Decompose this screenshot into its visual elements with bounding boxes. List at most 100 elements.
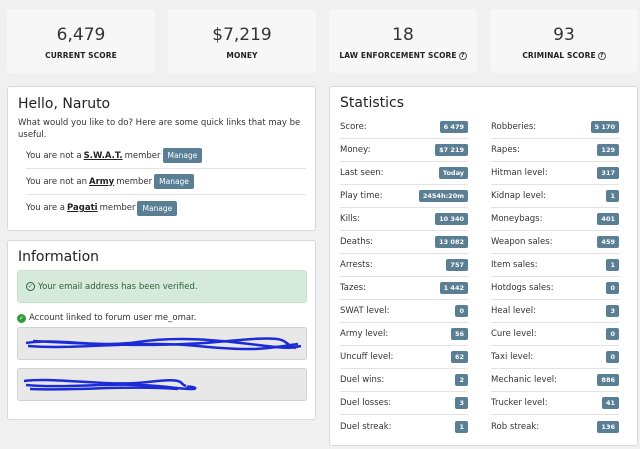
criminal-score-value: 93 bbox=[553, 25, 575, 45]
stat-label: Army level: bbox=[340, 329, 389, 339]
stat-row: SWAT level: 0 bbox=[340, 300, 468, 323]
stat-value-badge: 1 bbox=[455, 420, 468, 433]
money-card: $7,219 MONEY bbox=[168, 9, 316, 73]
stat-value-badge: 317 bbox=[597, 167, 619, 179]
stat-label: Tazes: bbox=[340, 283, 366, 293]
information-title: Information bbox=[18, 249, 100, 265]
stat-row: Duel losses: 3 bbox=[340, 392, 468, 415]
group-link-army[interactable]: Army bbox=[89, 177, 114, 187]
stat-value-badge: 6 479 bbox=[439, 121, 468, 133]
stat-value-badge: 62 bbox=[450, 351, 468, 363]
question-circle-icon[interactable]: ? bbox=[458, 52, 467, 60]
stat-label: Play time: bbox=[340, 191, 383, 201]
stat-row: Hitman level: 317 bbox=[491, 162, 619, 185]
stat-value-badge: 1 442 bbox=[439, 282, 468, 294]
stat-value-badge: 1 bbox=[606, 190, 619, 202]
group-link-swat[interactable]: S.W.A.T. bbox=[84, 151, 123, 161]
stat-label: Robberies: bbox=[491, 122, 537, 132]
stat-value-badge: $7 219 bbox=[435, 144, 468, 156]
stat-row: Mechanic level: 886 bbox=[491, 369, 619, 392]
stat-label: Trucker level: bbox=[491, 398, 548, 408]
stat-value-badge: Today bbox=[438, 167, 468, 179]
quick-links-panel: Hello, Naruto What would you like to do?… bbox=[7, 86, 316, 231]
stat-label: Arrests: bbox=[340, 260, 373, 270]
redacted-field-2 bbox=[17, 368, 307, 401]
stat-row: Robberies: 5 170 bbox=[491, 116, 619, 139]
stat-row: Moneybags: 401 bbox=[491, 208, 619, 231]
membership-row-swat: You are not a S.W.A.T. member Manage bbox=[26, 143, 306, 169]
stat-label: Weapon sales: bbox=[491, 237, 553, 247]
membership-row-pagati: You are a Pagati member Manage bbox=[26, 195, 306, 221]
law-enforcement-score-card: 18 LAW ENFORCEMENT SCORE? bbox=[329, 9, 477, 73]
stat-label: Item sales: bbox=[491, 260, 538, 270]
stat-label: Rapes: bbox=[491, 145, 520, 155]
manage-pagati-button[interactable]: Manage bbox=[137, 200, 178, 216]
current-score-label: CURRENT SCORE bbox=[45, 51, 117, 60]
money-value: $7,219 bbox=[212, 25, 272, 45]
stat-row: Cure level: 0 bbox=[491, 323, 619, 346]
criminal-score-label: CRIMINAL SCORE bbox=[522, 51, 596, 60]
scribble-redaction bbox=[25, 337, 302, 351]
stat-row: Arrests: 757 bbox=[340, 254, 468, 277]
stat-row: Kidnap level: 1 bbox=[491, 185, 619, 208]
stat-value-badge: 2 bbox=[455, 374, 468, 386]
stat-value-badge: 0 bbox=[455, 305, 468, 317]
question-circle-icon[interactable]: ? bbox=[597, 52, 606, 60]
stat-row: Duel streak: 1 bbox=[340, 415, 468, 438]
stat-value-badge: 41 bbox=[601, 397, 619, 409]
stat-row: Tazes: 1 442 bbox=[340, 277, 468, 300]
stat-row: Money: $7 219 bbox=[340, 139, 468, 162]
stat-label: Rob streak: bbox=[491, 421, 540, 432]
membership-row-army: You are not an Army member Manage bbox=[26, 169, 306, 195]
stat-value-badge: 5 170 bbox=[590, 121, 619, 133]
stat-row: Deaths: 13 082 bbox=[340, 231, 468, 254]
stat-row: Last seen: Today bbox=[340, 162, 468, 185]
stat-row: Uncuff level: 62 bbox=[340, 346, 468, 369]
stat-row: Item sales: 1 bbox=[491, 254, 619, 277]
stat-row: Duel wins: 2 bbox=[340, 369, 468, 392]
greeting-subtitle: What would you like to do? Here are some… bbox=[18, 118, 301, 140]
law-enforcement-score-label: LAW ENFORCEMENT SCORE bbox=[339, 51, 457, 60]
stat-value-badge: 136 bbox=[597, 420, 619, 433]
stat-value-badge: 2454h:20m bbox=[418, 190, 468, 202]
current-score-card: 6,479 CURRENT SCORE bbox=[7, 9, 155, 73]
stat-value-badge: 0 bbox=[606, 282, 619, 294]
stat-value-badge: 886 bbox=[597, 374, 619, 386]
stat-label: Heal level: bbox=[491, 306, 536, 316]
stat-value-badge: 3 bbox=[606, 305, 619, 317]
statistics-panel: Statistics Score: 6 479 Money: $7 219 Last s… bbox=[329, 86, 638, 446]
stat-value-badge: 13 082 bbox=[435, 236, 468, 248]
stat-value-badge: 0 bbox=[606, 328, 619, 340]
stat-label: Uncuff level: bbox=[340, 352, 394, 362]
redacted-field-1 bbox=[17, 327, 307, 360]
stat-label: Cure level: bbox=[491, 329, 537, 339]
forum-link-status: ✓ Account linked to forum user me_omar. bbox=[17, 313, 196, 323]
stat-row: Rob streak: 136 bbox=[491, 415, 619, 438]
stat-value-badge: 459 bbox=[597, 236, 619, 248]
stat-row: Rapes: 129 bbox=[491, 139, 619, 162]
scribble-redaction bbox=[23, 378, 197, 391]
stat-label: Duel streak: bbox=[340, 421, 392, 432]
stat-label: Taxi level: bbox=[491, 352, 534, 362]
email-verified-text: Your email address has been verified. bbox=[38, 281, 198, 292]
email-verified-alert: ✓ Your email address has been verified. bbox=[17, 270, 307, 303]
stat-value-badge: 401 bbox=[597, 213, 619, 225]
stat-row: Hotdogs sales: 0 bbox=[491, 277, 619, 300]
manage-swat-button[interactable]: Manage bbox=[162, 148, 203, 163]
stat-value-badge: 10 340 bbox=[435, 213, 468, 225]
manage-army-button[interactable]: Manage bbox=[154, 174, 194, 189]
stat-label: Last seen: bbox=[340, 168, 384, 178]
greeting-title: Hello, Naruto bbox=[18, 96, 111, 112]
stat-row: Score: 6 479 bbox=[340, 116, 468, 139]
stat-label: Duel losses: bbox=[340, 398, 392, 408]
stat-row: Trucker level: 41 bbox=[491, 392, 619, 415]
check-circle-icon: ✓ bbox=[26, 282, 35, 291]
stat-value-badge: 56 bbox=[450, 328, 468, 340]
stat-row: Army level: 56 bbox=[340, 323, 468, 346]
stat-row: Kills: 10 340 bbox=[340, 208, 468, 231]
current-score-value: 6,479 bbox=[56, 25, 106, 45]
group-link-pagati[interactable]: Pagati bbox=[67, 203, 98, 213]
forum-link-text: Account linked to forum user me_omar. bbox=[29, 313, 197, 323]
stat-label: Kidnap level: bbox=[491, 191, 547, 201]
stat-value-badge: 3 bbox=[455, 397, 468, 409]
